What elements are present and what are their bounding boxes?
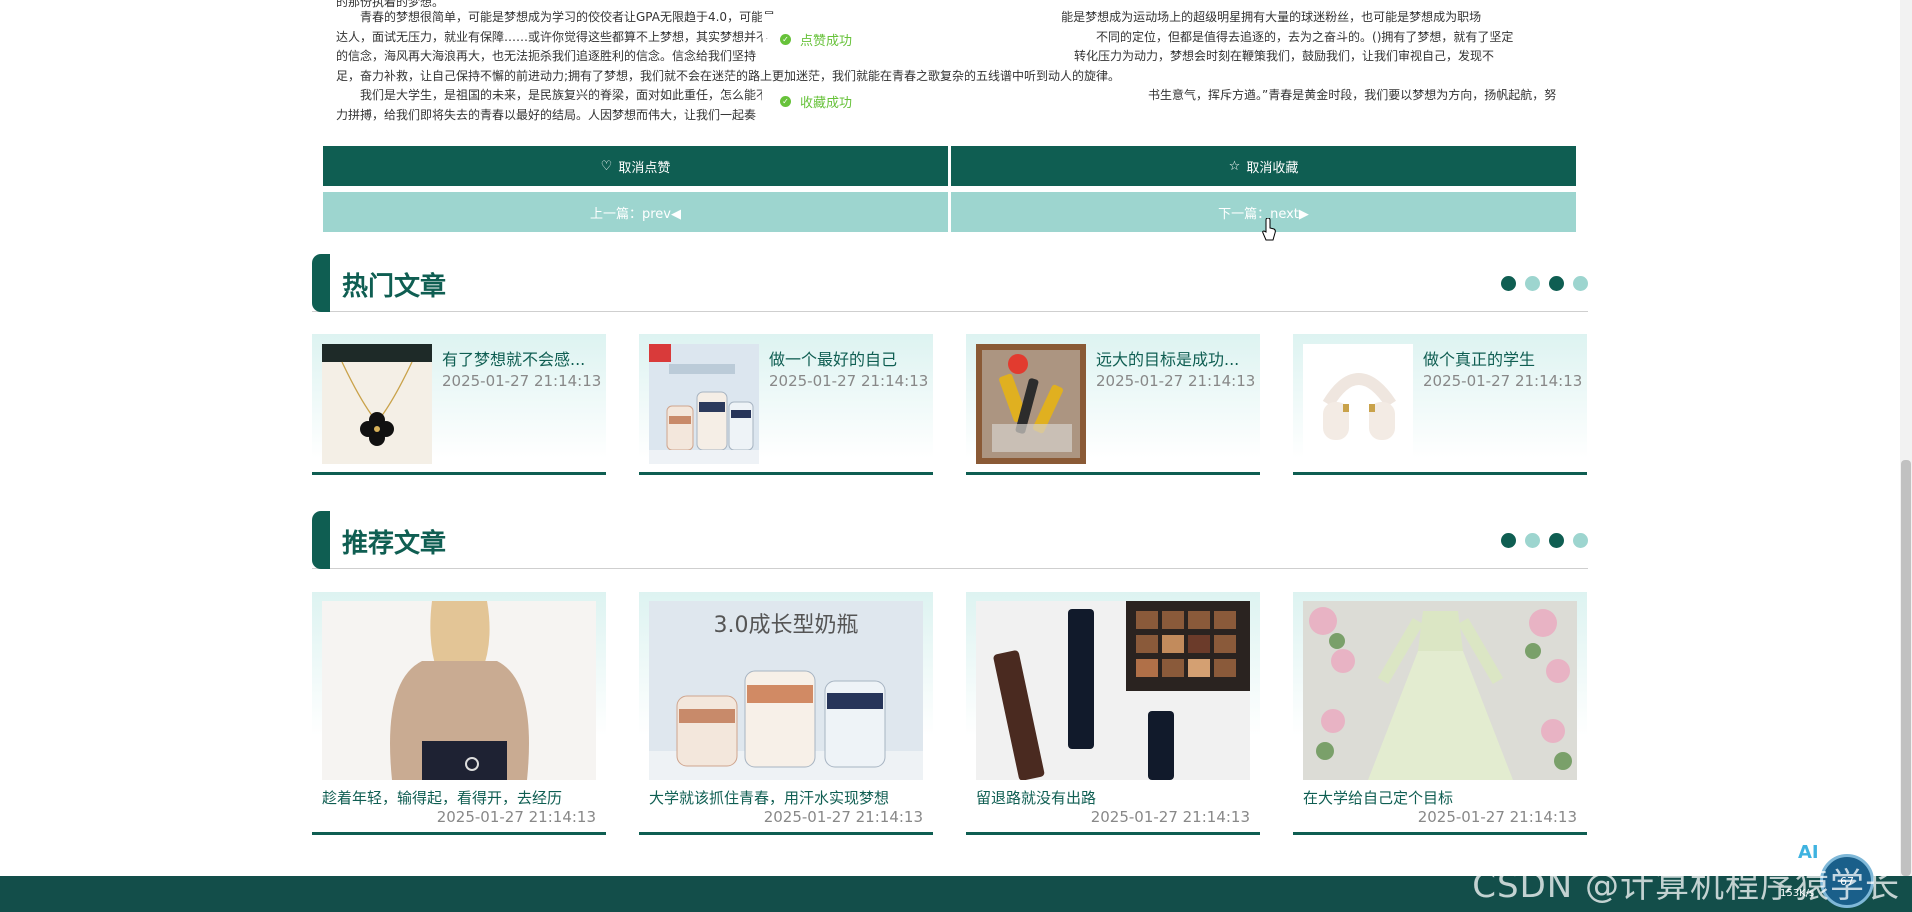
check-icon: ✓	[780, 96, 791, 107]
carousel-dot[interactable]	[1549, 276, 1564, 291]
unlike-button[interactable]: ♡ 取消点赞	[323, 146, 948, 186]
carousel-dot[interactable]	[1501, 276, 1516, 291]
recommend-article-card[interactable]: 留退路就没有出路 2025-01-27 21:14:13	[966, 592, 1260, 835]
card-date: 2025-01-27 21:14:13	[436, 808, 596, 826]
check-icon: ✓	[780, 34, 791, 45]
card-title[interactable]: 大学就该抓住青春，用汗水实现梦想	[649, 787, 889, 808]
card-date: 2025-01-27 21:14:13	[1090, 808, 1250, 826]
article-line: 的信念，海风再大海浪再大，也无法扼杀我们追逐胜利的信念。信念给我们坚持 转化压力为…	[336, 49, 1495, 63]
hot-articles-header: 热门文章	[312, 254, 1588, 312]
prev-article-button[interactable]: 上一篇：prev◀	[323, 192, 948, 232]
recommend-article-card[interactable]: 3.0成长型奶瓶 大学就该抓住青春，用汗水实现梦想 2025-01-27 21:…	[639, 592, 933, 835]
hot-article-card[interactable]: 远大的目标是成功... 2025-01-27 21:14:13	[966, 334, 1260, 475]
cosmetics-image	[976, 601, 1250, 780]
recommend-article-card[interactable]: 在大学给自己定个目标 2025-01-27 21:14:13	[1293, 592, 1587, 835]
watermark: CSDN @计算机程序猿学长	[1472, 866, 1900, 906]
hot-articles-title: 热门文章	[342, 272, 447, 302]
article-line: 足，奋力补救，让自己保持不懈的前进动力;拥有了梦想，我们就不会在迷茫的路上更加迷…	[336, 68, 1121, 83]
carousel-dots	[1501, 276, 1588, 291]
card-title[interactable]: 做个真正的学生	[1423, 346, 1535, 370]
headphones-thumbnail	[1303, 344, 1413, 464]
card-date: 2025-01-27 21:14:13	[769, 372, 929, 390]
carousel-dot[interactable]	[1573, 276, 1588, 291]
heart-icon: ♡	[600, 158, 613, 174]
card-title[interactable]: 远大的目标是成功...	[1096, 346, 1239, 370]
card-title[interactable]: 留退路就没有出路	[976, 787, 1096, 808]
baby-bottle-image: 3.0成长型奶瓶	[649, 601, 923, 780]
hot-article-card[interactable]: 做一个最好的自己 2025-01-27 21:14:13	[639, 334, 933, 475]
scrollbar-thumb[interactable]	[1901, 460, 1911, 876]
card-title[interactable]: 在大学给自己定个目标	[1303, 787, 1453, 808]
heading-accent-bar	[312, 511, 330, 569]
article-line: 的那份执着的梦想。	[336, 0, 445, 8]
recommend-articles-header: 推荐文章	[312, 511, 1588, 569]
carousel-dot[interactable]	[1525, 533, 1540, 548]
scrollbar-track[interactable]	[1900, 0, 1912, 876]
card-date: 2025-01-27 21:14:13	[1096, 372, 1256, 390]
toast-like-success: ✓ 点赞成功	[780, 30, 852, 49]
toast-collect-success: ✓ 收藏成功	[780, 92, 852, 111]
carousel-dot[interactable]	[1525, 276, 1540, 291]
card-date: 2025-01-27 21:14:13	[763, 808, 923, 826]
card-date: 2025-01-27 21:14:13	[1417, 808, 1577, 826]
unlike-label: 取消点赞	[618, 160, 671, 176]
card-title[interactable]: 有了梦想就不会感...	[442, 346, 585, 370]
baby-bottle-thumbnail	[649, 344, 759, 464]
hot-article-card[interactable]: 做个真正的学生 2025-01-27 21:14:13	[1293, 334, 1587, 475]
recommend-articles-title: 推荐文章	[342, 529, 447, 559]
card-title[interactable]: 做一个最好的自己	[769, 346, 897, 370]
hand-cursor-icon	[1262, 218, 1276, 241]
sweater-model-image	[322, 601, 596, 780]
card-date: 2025-01-27 21:14:13	[442, 372, 602, 390]
toast-text: 收藏成功	[800, 96, 853, 111]
carousel-dot[interactable]	[1501, 533, 1516, 548]
page: 的那份执着的梦想。 青春的梦想很简单，可能是梦想成为学习的佼佼者让GPA无限趋于…	[0, 0, 1912, 912]
toast-text: 点赞成功	[800, 34, 853, 49]
hot-article-card[interactable]: 有了梦想就不会感... 2025-01-27 21:14:13	[312, 334, 606, 475]
image-caption: 3.0成长型奶瓶	[713, 613, 859, 638]
heading-accent-bar	[312, 254, 330, 312]
dress-image	[1303, 601, 1577, 780]
carousel-dot[interactable]	[1573, 533, 1588, 548]
carousel-dot[interactable]	[1549, 533, 1564, 548]
necklace-thumbnail	[322, 344, 432, 464]
card-date: 2025-01-27 21:14:13	[1423, 372, 1583, 390]
recommend-article-card[interactable]: 趁着年轻，输得起，看得开，去经历 2025-01-27 21:14:13	[312, 592, 606, 835]
prev-label: 上一篇：prev◀	[589, 206, 681, 222]
card-title[interactable]: 趁着年轻，输得起，看得开，去经历	[322, 787, 562, 808]
tools-thumbnail	[976, 344, 1086, 464]
star-icon: ☆	[1228, 158, 1241, 174]
uncollect-label: 取消收藏	[1246, 160, 1299, 176]
carousel-dots	[1501, 533, 1588, 548]
uncollect-button[interactable]: ☆ 取消收藏	[951, 146, 1576, 186]
